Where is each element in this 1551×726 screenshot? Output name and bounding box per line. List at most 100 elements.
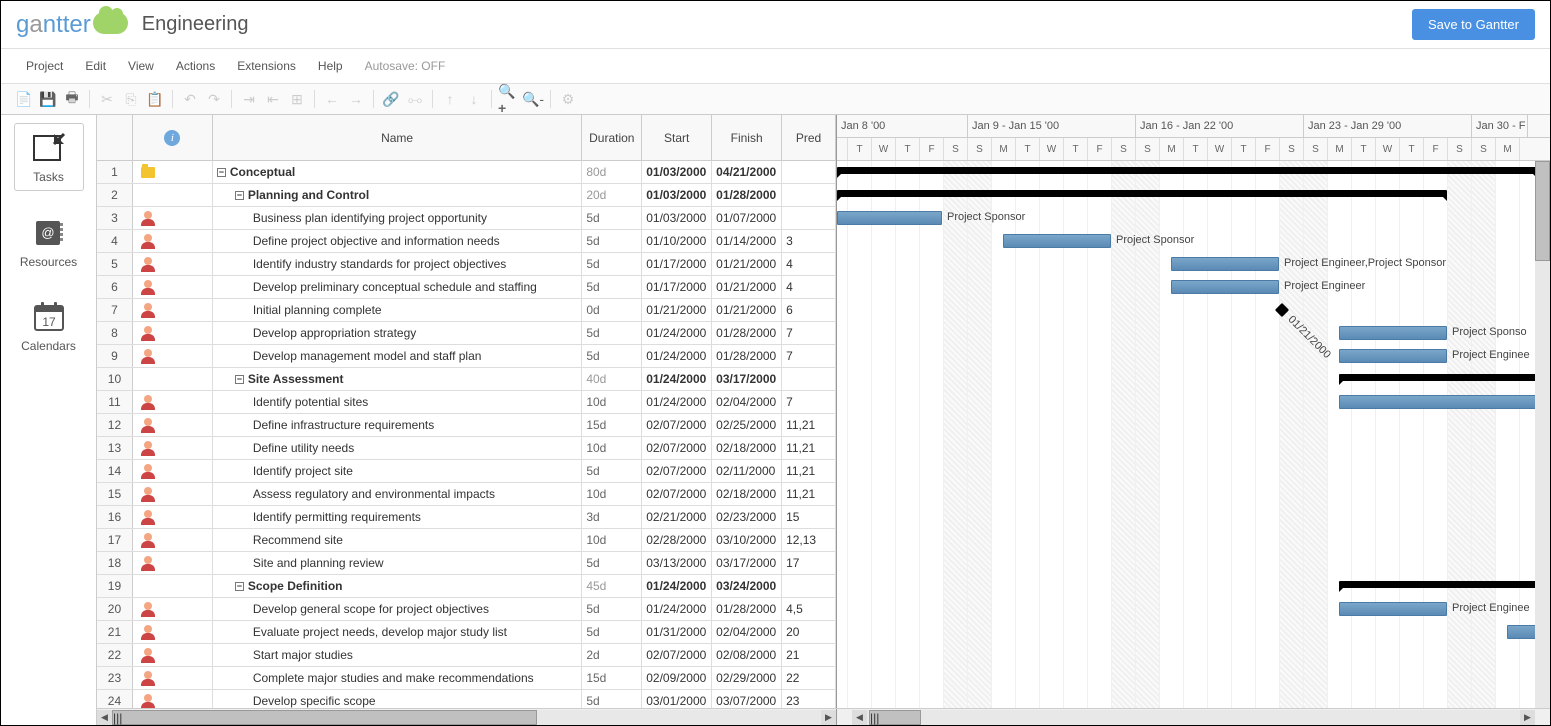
- cell-pred[interactable]: 7: [782, 391, 836, 413]
- cell-pred[interactable]: 7: [782, 322, 836, 344]
- menu-project[interactable]: Project: [16, 55, 73, 77]
- cell-pred[interactable]: 4,5: [782, 598, 836, 620]
- cell-rownum[interactable]: 3: [97, 207, 133, 229]
- down-arrow-icon[interactable]: ↓: [463, 88, 485, 110]
- gantt-row[interactable]: [837, 414, 1550, 437]
- cell-start[interactable]: 02/07/2000: [642, 483, 712, 505]
- cell-duration[interactable]: 15d: [582, 667, 642, 689]
- cell-name[interactable]: Develop general scope for project object…: [213, 598, 582, 620]
- collapse-icon[interactable]: −: [235, 582, 244, 591]
- cell-name[interactable]: Evaluate project needs, develop major st…: [213, 621, 582, 643]
- cell-rownum[interactable]: 8: [97, 322, 133, 344]
- cell-start[interactable]: 01/24/2000: [642, 598, 712, 620]
- cell-duration[interactable]: 10d: [582, 437, 642, 459]
- cell-info[interactable]: [133, 690, 213, 708]
- cell-duration[interactable]: 2d: [582, 644, 642, 666]
- collapse-icon[interactable]: −: [235, 375, 244, 384]
- gantt-bar[interactable]: Project Enginee: [1339, 602, 1447, 616]
- cell-name[interactable]: Identify project site: [213, 460, 582, 482]
- cell-rownum[interactable]: 6: [97, 276, 133, 298]
- cell-name[interactable]: Start major studies: [213, 644, 582, 666]
- cell-duration[interactable]: 5d: [582, 207, 642, 229]
- cell-finish[interactable]: 04/21/2000: [712, 161, 782, 183]
- table-row[interactable]: 21 Evaluate project needs, develop major …: [97, 621, 836, 644]
- cell-start[interactable]: 01/21/2000: [642, 299, 712, 321]
- cell-duration[interactable]: 5d: [582, 345, 642, 367]
- cell-pred[interactable]: 17: [782, 552, 836, 574]
- table-row[interactable]: 19−Scope Definition45d01/24/200003/24/20…: [97, 575, 836, 598]
- cell-rownum[interactable]: 14: [97, 460, 133, 482]
- paste-icon[interactable]: 📋: [144, 88, 166, 110]
- cell-duration[interactable]: 80d: [582, 161, 642, 183]
- cell-pred[interactable]: 15: [782, 506, 836, 528]
- collapse-icon[interactable]: −: [217, 168, 226, 177]
- table-row[interactable]: 20Develop general scope for project obje…: [97, 598, 836, 621]
- cell-info[interactable]: [133, 460, 213, 482]
- table-row[interactable]: 9Develop management model and staff plan…: [97, 345, 836, 368]
- cell-duration[interactable]: 10d: [582, 529, 642, 551]
- scroll-right-icon[interactable]: ▶: [821, 710, 836, 725]
- gantt-row[interactable]: [837, 391, 1550, 414]
- cell-info[interactable]: [133, 184, 213, 206]
- link-icon[interactable]: 🔗: [380, 88, 402, 110]
- cell-rownum[interactable]: 15: [97, 483, 133, 505]
- cell-info[interactable]: [133, 391, 213, 413]
- cell-name[interactable]: Develop specific scope: [213, 690, 582, 708]
- table-row[interactable]: 10−Site Assessment40d01/24/200003/17/200…: [97, 368, 836, 391]
- cell-pred[interactable]: [782, 161, 836, 183]
- zoom-out-icon[interactable]: 🔍-: [522, 88, 544, 110]
- insert-icon[interactable]: ⊞: [286, 88, 308, 110]
- cell-rownum[interactable]: 21: [97, 621, 133, 643]
- cell-rownum[interactable]: 9: [97, 345, 133, 367]
- cell-pred[interactable]: 4: [782, 276, 836, 298]
- gantt-row[interactable]: Project Enginee: [837, 345, 1550, 368]
- cell-pred[interactable]: 7: [782, 345, 836, 367]
- gantt-row[interactable]: 01/21/2000: [837, 299, 1550, 322]
- up-arrow-icon[interactable]: ↑: [439, 88, 461, 110]
- cell-finish[interactable]: 01/21/2000: [712, 253, 782, 275]
- cell-rownum[interactable]: 10: [97, 368, 133, 390]
- cell-name[interactable]: −Planning and Control: [213, 184, 582, 206]
- gantt-bar[interactable]: [837, 190, 1447, 197]
- cell-duration[interactable]: 45d: [582, 575, 642, 597]
- cell-finish[interactable]: 01/28/2000: [712, 598, 782, 620]
- cell-rownum[interactable]: 16: [97, 506, 133, 528]
- cell-start[interactable]: 01/24/2000: [642, 391, 712, 413]
- table-row[interactable]: 4Define project objective and informatio…: [97, 230, 836, 253]
- save-to-gantter-button[interactable]: Save to Gantter: [1412, 9, 1535, 40]
- table-row[interactable]: 2−Planning and Control20d01/03/200001/28…: [97, 184, 836, 207]
- cell-duration[interactable]: 5d: [582, 598, 642, 620]
- right-arrow-icon[interactable]: →: [345, 88, 367, 110]
- table-row[interactable]: 1−Conceptual80d01/03/200004/21/2000: [97, 161, 836, 184]
- gantt-row[interactable]: Project Sponsor: [837, 207, 1550, 230]
- cell-start[interactable]: 02/21/2000: [642, 506, 712, 528]
- cell-start[interactable]: 01/31/2000: [642, 621, 712, 643]
- cell-info[interactable]: [133, 437, 213, 459]
- col-start[interactable]: Start: [642, 115, 712, 160]
- cell-pred[interactable]: 4: [782, 253, 836, 275]
- col-name[interactable]: Name: [213, 115, 583, 160]
- table-row[interactable]: 14Identify project site5d02/07/200002/11…: [97, 460, 836, 483]
- cell-start[interactable]: 02/07/2000: [642, 437, 712, 459]
- cell-duration[interactable]: 15d: [582, 414, 642, 436]
- cell-pred[interactable]: 11,21: [782, 437, 836, 459]
- col-info[interactable]: i: [133, 115, 213, 160]
- cell-duration[interactable]: 20d: [582, 184, 642, 206]
- cell-duration[interactable]: 5d: [582, 690, 642, 708]
- collapse-icon[interactable]: −: [235, 191, 244, 200]
- cell-name[interactable]: Site and planning review: [213, 552, 582, 574]
- table-row[interactable]: 24Develop specific scope5d03/01/200003/0…: [97, 690, 836, 708]
- cell-info[interactable]: [133, 368, 213, 390]
- cell-info[interactable]: [133, 161, 213, 183]
- left-arrow-icon[interactable]: ←: [321, 88, 343, 110]
- cell-rownum[interactable]: 22: [97, 644, 133, 666]
- table-row[interactable]: 12Define infrastructure requirements15d0…: [97, 414, 836, 437]
- cell-info[interactable]: [133, 621, 213, 643]
- scroll-right-icon[interactable]: ▶: [1520, 710, 1535, 725]
- gantt-row[interactable]: [837, 690, 1550, 708]
- cell-duration[interactable]: 10d: [582, 391, 642, 413]
- cell-pred[interactable]: 11,21: [782, 414, 836, 436]
- table-row[interactable]: 7Initial planning complete0d01/21/200001…: [97, 299, 836, 322]
- col-duration[interactable]: Duration: [582, 115, 642, 160]
- cell-duration[interactable]: 5d: [582, 230, 642, 252]
